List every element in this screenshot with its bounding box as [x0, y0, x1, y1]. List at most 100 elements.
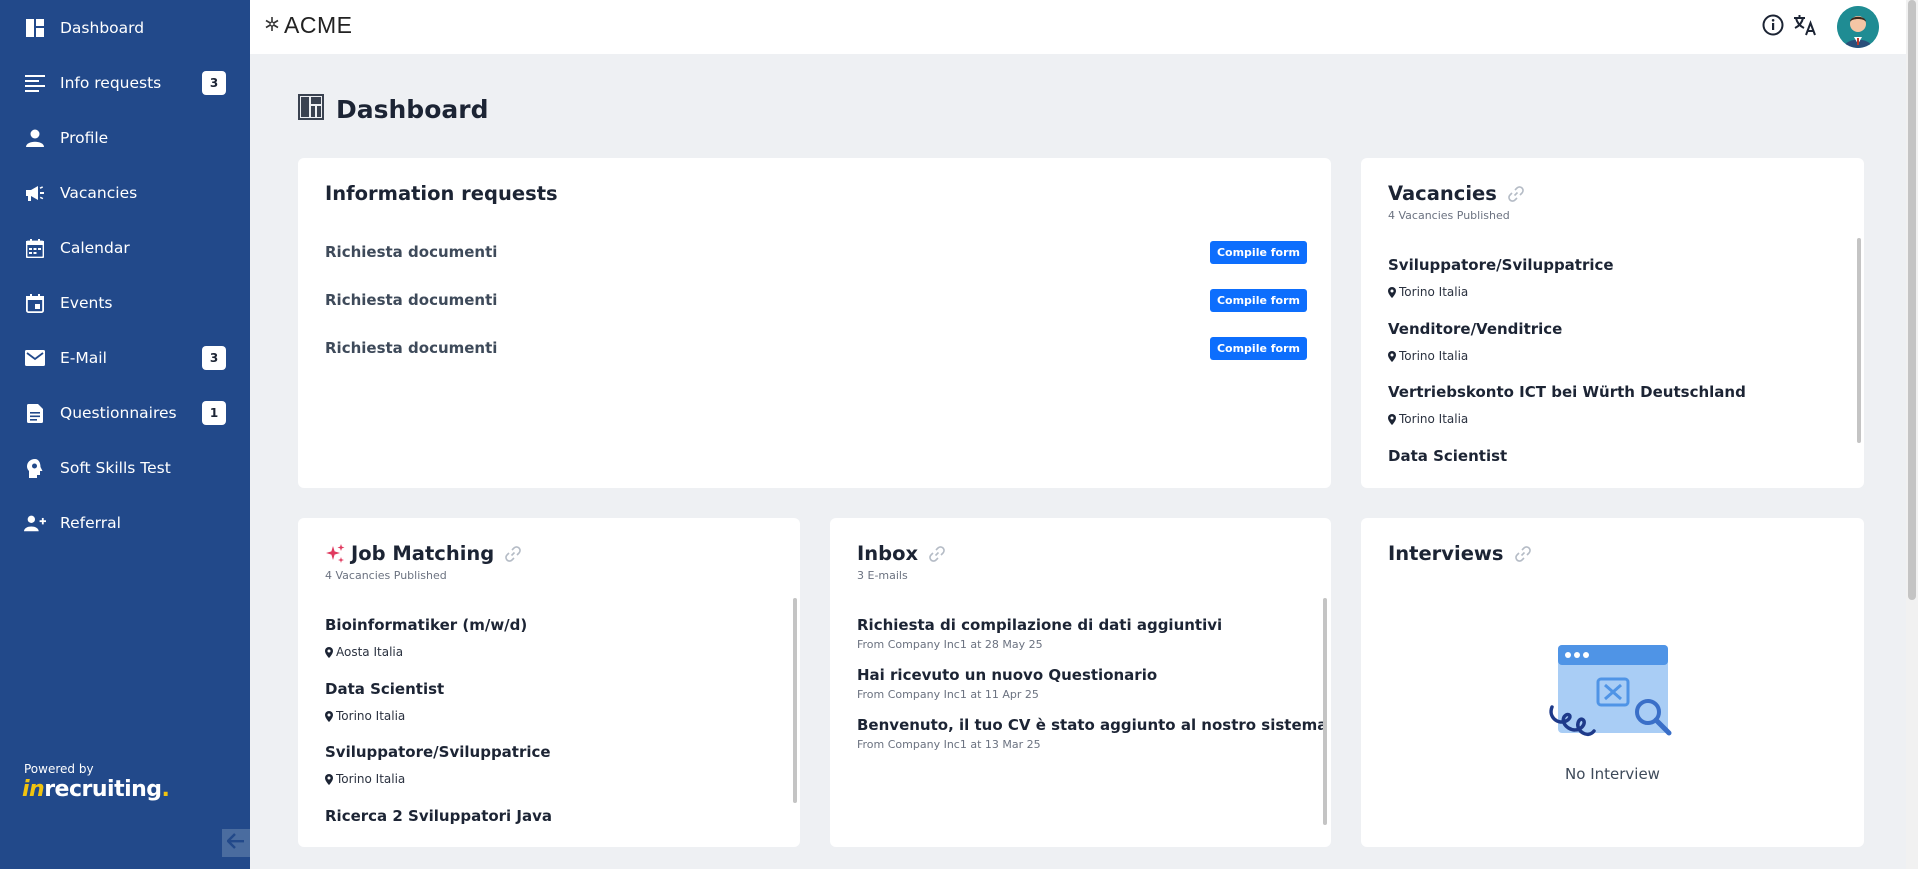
email-meta: From Company Inc1 at 11 Apr 25 — [857, 688, 1039, 701]
vacancy-title[interactable]: Vertriebskonto ICT bei Würth Deutschland — [1388, 383, 1746, 401]
info-request-row: Richiesta documenti Compile form — [325, 335, 1307, 361]
job-matching-scrollbar[interactable] — [793, 598, 797, 803]
count-badge: 3 — [202, 346, 226, 370]
info-request-label: Richiesta documenti — [325, 291, 498, 309]
sidebar-item-referral[interactable]: Referral — [0, 495, 250, 550]
card-title: Job Matching — [325, 542, 522, 565]
compile-form-button[interactable]: Compile form — [1209, 336, 1307, 360]
sidebar: Dashboard Info requests 3 Profile Vacanc… — [0, 0, 250, 869]
topbar: ACME — [250, 0, 1906, 54]
email-subject[interactable]: Richiesta di compilazione di dati aggiun… — [857, 616, 1222, 634]
job-match-location: Aosta Italia — [325, 645, 403, 659]
link-icon[interactable] — [504, 545, 522, 563]
count-badge: 3 — [202, 71, 226, 95]
inrecruiting-logo: inrecruiting. — [22, 777, 170, 802]
person-icon — [24, 127, 46, 149]
info-icon — [1762, 14, 1784, 40]
sidebar-item-label: Vacancies — [60, 184, 138, 202]
link-icon[interactable] — [928, 545, 946, 563]
vacancies-scrollbar[interactable] — [1857, 238, 1861, 443]
card-subtitle: 3 E-mails — [857, 569, 908, 582]
sidebar-item-questionnaires[interactable]: Questionnaires 1 — [0, 385, 250, 440]
map-pin-icon — [1388, 413, 1396, 425]
count-badge: 1 — [202, 401, 226, 425]
sidebar-item-label: Referral — [60, 514, 121, 532]
page-scrollbar[interactable] — [1906, 0, 1918, 869]
inbox-card: Inbox 3 E-mails Richiesta di compilazion… — [830, 518, 1331, 847]
scrollbar-thumb[interactable] — [1908, 0, 1916, 600]
info-request-label: Richiesta documenti — [325, 243, 498, 261]
sidebar-item-label: Info requests — [60, 74, 162, 92]
interviews-card: Interviews No Interview — [1361, 518, 1864, 847]
sidebar-item-profile[interactable]: Profile — [0, 110, 250, 165]
user-avatar[interactable] — [1837, 6, 1879, 48]
sidebar-item-label: Soft Skills Test — [60, 459, 171, 477]
email-meta: From Company Inc1 at 28 May 25 — [857, 638, 1043, 651]
sidebar-item-vacancies[interactable]: Vacancies — [0, 165, 250, 220]
card-title: Information requests — [325, 182, 558, 205]
vacancy-title[interactable]: Venditore/Venditrice — [1388, 320, 1562, 338]
sidebar-item-calendar[interactable]: Calendar — [0, 220, 250, 275]
email-meta: From Company Inc1 at 13 Mar 25 — [857, 738, 1041, 751]
map-pin-icon — [325, 710, 333, 722]
empty-state-illustration — [1548, 643, 1678, 747]
sidebar-item-dashboard[interactable]: Dashboard — [0, 0, 250, 55]
sidebar-item-soft-skills-test[interactable]: Soft Skills Test — [0, 440, 250, 495]
sidebar-item-email[interactable]: E-Mail 3 — [0, 330, 250, 385]
sidebar-item-label: Dashboard — [60, 19, 145, 37]
map-pin-icon — [325, 646, 333, 658]
mail-icon — [24, 347, 46, 369]
sidebar-item-label: Questionnaires — [60, 404, 177, 422]
event-icon — [24, 292, 46, 314]
link-icon[interactable] — [1507, 185, 1525, 203]
card-title: Inbox — [857, 542, 946, 565]
job-match-location: Torino Italia — [325, 709, 405, 723]
job-match-title[interactable]: Bioinformatiker (m/w/d) — [325, 616, 527, 634]
dashboard-icon — [298, 94, 324, 124]
email-subject[interactable]: Hai ricevuto un nuovo Questionario — [857, 666, 1157, 684]
sidebar-item-label: Profile — [60, 129, 109, 147]
card-subtitle: 4 Vacancies Published — [325, 569, 447, 582]
sidebar-item-label: Calendar — [60, 239, 130, 257]
page-title: Dashboard — [336, 94, 489, 124]
collapse-sidebar-button[interactable] — [222, 829, 250, 857]
empty-state-text: No Interview — [1565, 765, 1660, 783]
page-header: Dashboard — [298, 94, 488, 124]
sidebar-item-events[interactable]: Events — [0, 275, 250, 330]
map-pin-icon — [325, 773, 333, 785]
dashboard-icon — [24, 17, 46, 39]
calendar-icon — [24, 237, 46, 259]
map-pin-icon — [1388, 286, 1396, 298]
snowflake-icon — [264, 16, 280, 36]
sparkle-icon — [325, 543, 347, 565]
vacancy-title[interactable]: Sviluppatore/Sviluppatrice — [1388, 256, 1614, 274]
vacancy-location: Torino Italia — [1388, 349, 1468, 363]
job-matching-card: Job Matching 4 Vacancies Published Bioin… — [298, 518, 800, 847]
vacancy-location: Torino Italia — [1388, 412, 1468, 426]
link-icon[interactable] — [1514, 545, 1532, 563]
list-icon — [24, 72, 46, 94]
brain-icon — [24, 457, 46, 479]
info-requests-card: Information requests Richiesta documenti… — [298, 158, 1331, 488]
powered-by-label: Powered by — [24, 762, 94, 776]
vacancy-location: Torino Italia — [1388, 285, 1468, 299]
card-title: Interviews — [1388, 542, 1532, 565]
map-pin-icon — [1388, 350, 1396, 362]
sidebar-item-info-requests[interactable]: Info requests 3 — [0, 55, 250, 110]
inbox-scrollbar[interactable] — [1323, 598, 1327, 825]
job-match-title[interactable]: Data Scientist — [325, 680, 444, 698]
card-title: Vacancies — [1388, 182, 1525, 205]
language-button[interactable] — [1792, 14, 1818, 40]
vacancy-title[interactable]: Data Scientist — [1388, 447, 1507, 465]
company-logo: ACME — [264, 12, 352, 39]
compile-form-button[interactable]: Compile form — [1209, 288, 1307, 312]
job-match-title[interactable]: Sviluppatore/Sviluppatrice — [325, 743, 551, 761]
job-match-title[interactable]: Ricerca 2 Sviluppatori Java — [325, 807, 552, 825]
info-request-label: Richiesta documenti — [325, 339, 498, 357]
email-subject[interactable]: Benvenuto, il tuo CV è stato aggiunto al… — [857, 716, 1327, 734]
sidebar-item-label: Events — [60, 294, 113, 312]
info-request-row: Richiesta documenti Compile form — [325, 239, 1307, 265]
info-button[interactable] — [1760, 14, 1786, 40]
megaphone-icon — [24, 182, 46, 204]
compile-form-button[interactable]: Compile form — [1209, 240, 1307, 264]
